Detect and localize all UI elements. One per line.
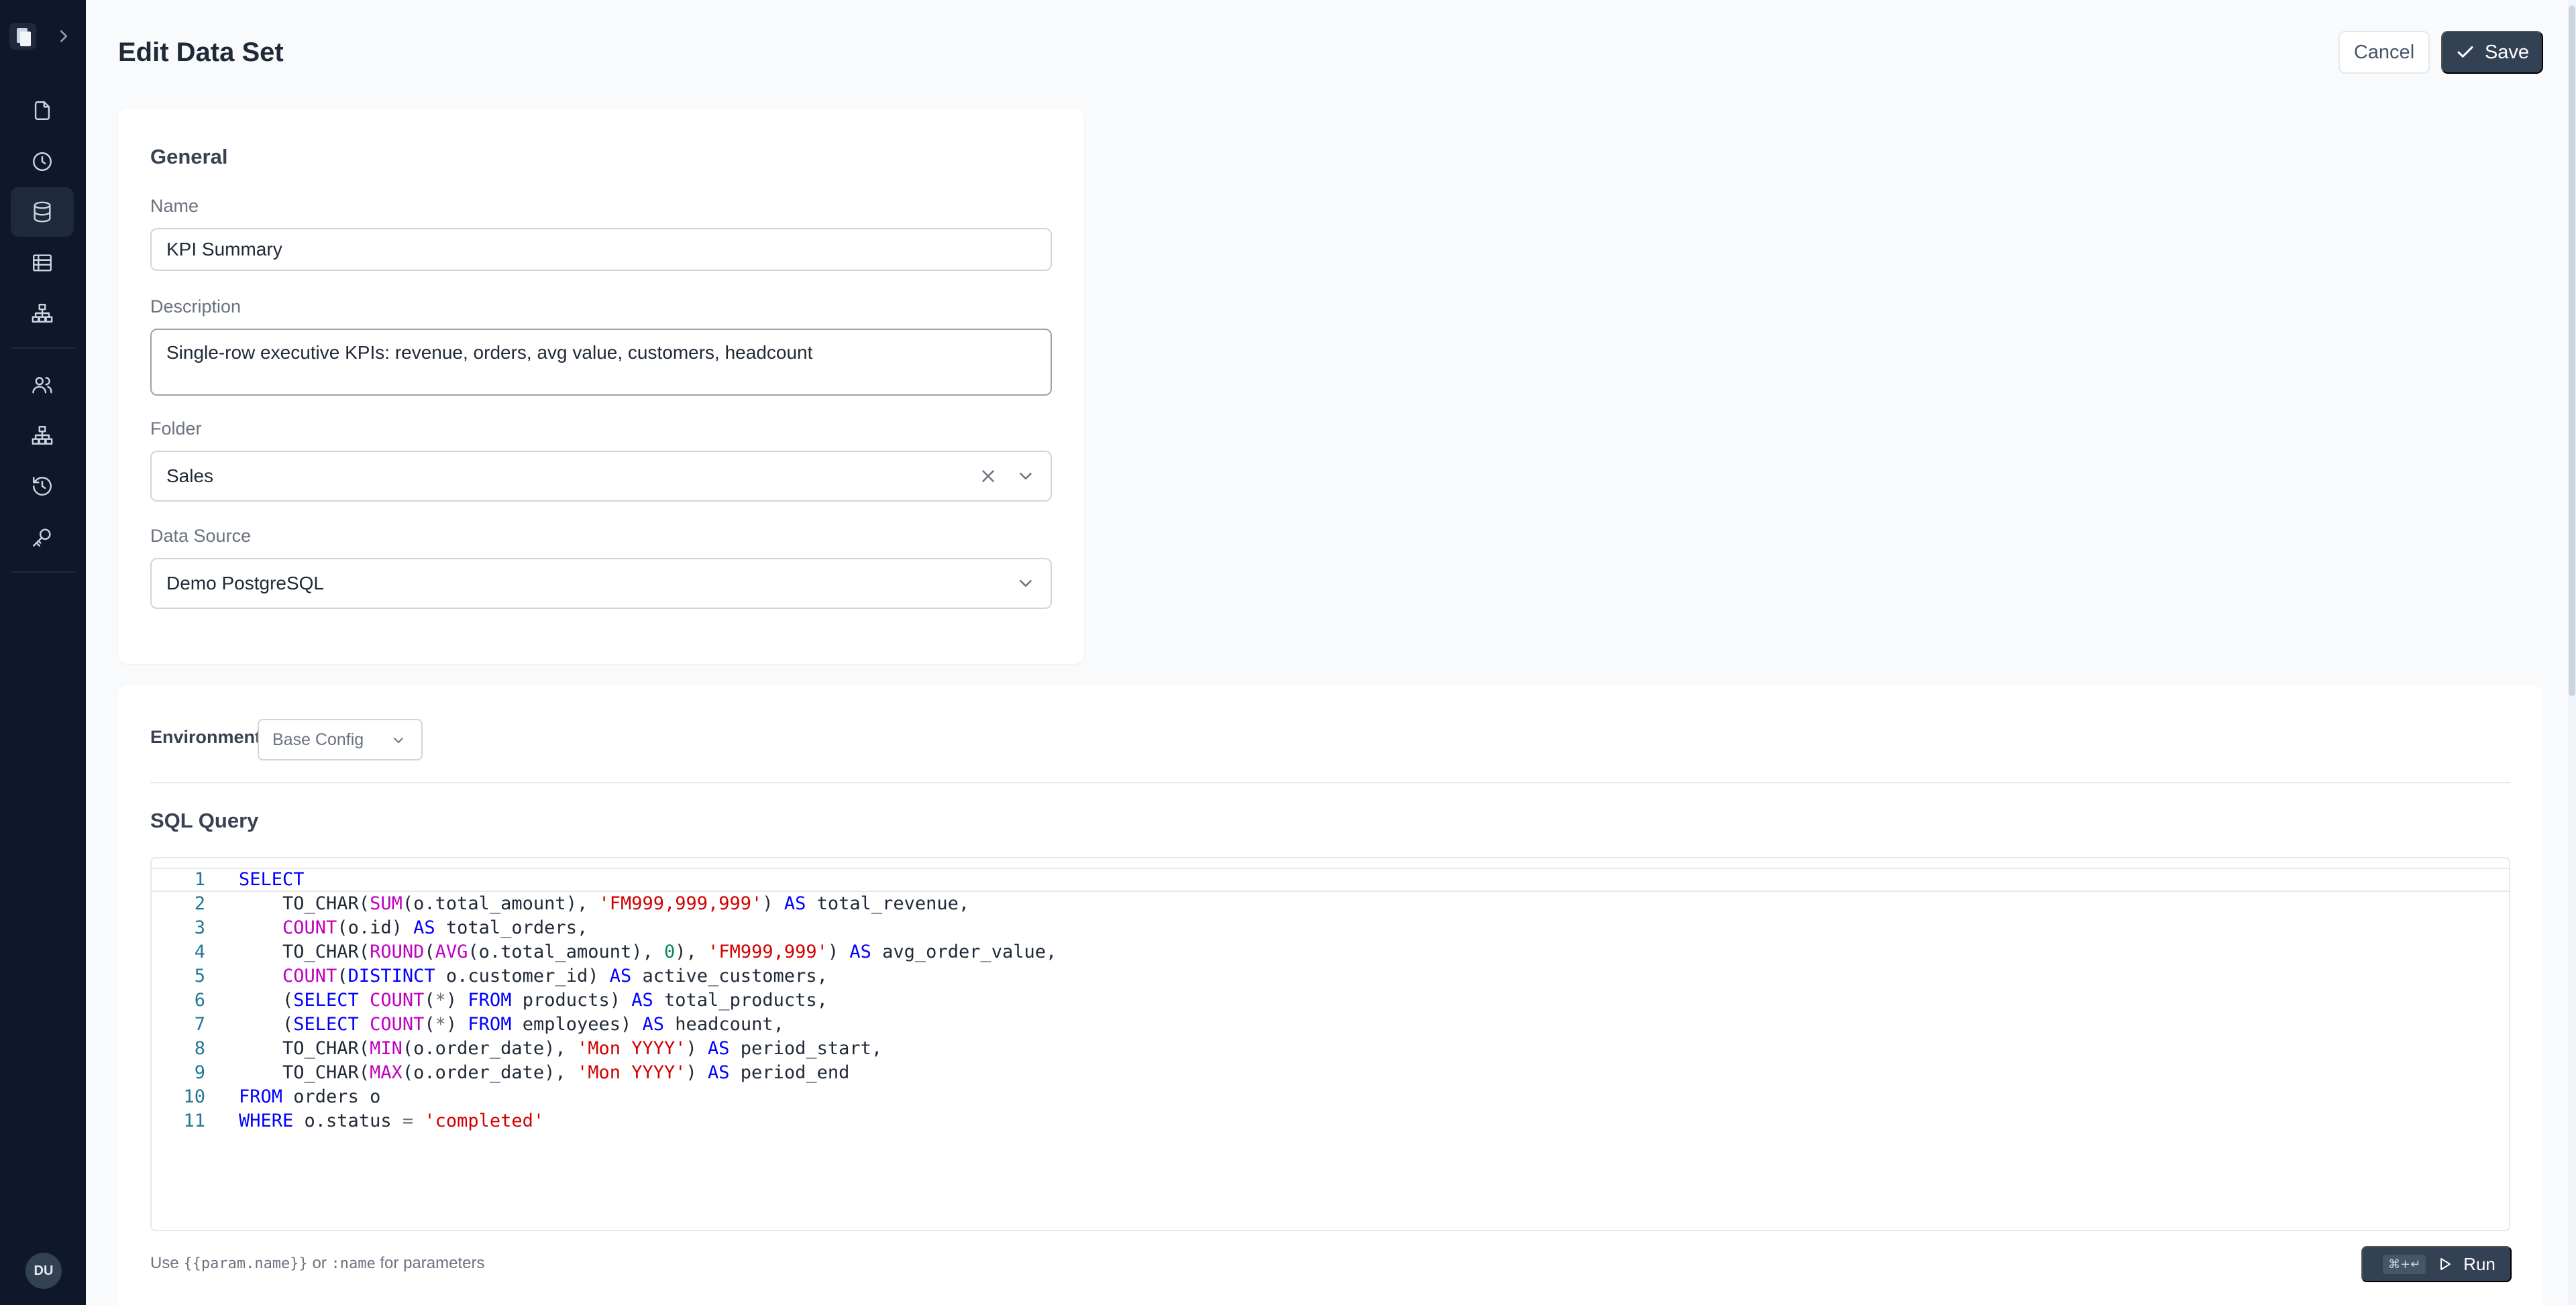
sitemap-icon (32, 304, 53, 323)
query-card: Environment Base Config SQL Query 1 SELE… (118, 685, 2542, 1305)
save-button-label: Save (2484, 41, 2530, 63)
datasource-select[interactable]: Demo PostgreSQL (150, 558, 1052, 609)
code-line: 4 TO_CHAR(ROUND(AVG(o.total_amount), 0),… (194, 942, 1057, 962)
name-label: Name (150, 196, 199, 216)
sql-editor[interactable]: 1 SELECT 2 TO_CHAR(SUM(o.total_amount), … (150, 857, 2510, 1231)
divider (150, 782, 2510, 783)
database-icon (34, 201, 51, 223)
folder-select-value: Sales (166, 465, 214, 486)
chevron-right-icon (60, 30, 67, 42)
page-scrollbar-thumb[interactable] (2569, 5, 2575, 696)
parameter-hint: Use {{param.name}} or :name for paramete… (150, 1254, 485, 1272)
general-card: General Name KPI Summary Description Sin… (118, 109, 1084, 664)
expand-sidebar-button[interactable] (54, 24, 74, 48)
play-icon (2440, 1258, 2451, 1270)
run-shortcut: ⌘+↵ (2383, 1254, 2426, 1274)
environment-label: Environment (150, 727, 262, 747)
users-icon (32, 377, 52, 394)
sidebar: DU (0, 0, 86, 1305)
save-button[interactable]: Save (2441, 31, 2543, 74)
file-icon (34, 101, 50, 120)
code-line: 3 COUNT(o.id) AS total_orders, (194, 917, 588, 938)
folder-select[interactable]: Sales (150, 451, 1052, 502)
avatar[interactable]: DU (25, 1253, 62, 1289)
clear-icon[interactable] (978, 466, 998, 486)
cancel-button[interactable]: Cancel (2339, 31, 2430, 74)
code-line: 9 TO_CHAR(MAX(o.order_date), 'Mon YYYY')… (194, 1062, 850, 1083)
description-textarea[interactable]: Single-row executive KPIs: revenue, orde… (150, 329, 1052, 396)
sidebar-divider (11, 571, 75, 573)
name-input-value: KPI Summary (166, 239, 282, 260)
chevron-down-icon (394, 738, 403, 743)
description-label: Description (150, 296, 241, 317)
rotate-ccw-icon (33, 477, 52, 496)
folder-label: Folder (150, 418, 202, 439)
clock-icon (33, 152, 52, 171)
code-line: 2 TO_CHAR(SUM(o.total_amount), 'FM999,99… (194, 893, 970, 914)
sitemap-icon (32, 426, 53, 445)
run-button-label: Run (2463, 1253, 2496, 1274)
sidebar-item-data-sets[interactable] (11, 187, 74, 237)
code-line: 8 TO_CHAR(MIN(o.order_date), 'Mon YYYY')… (194, 1038, 883, 1059)
page-title: Edit Data Set (118, 38, 284, 67)
sidebar-item-tables[interactable] (11, 238, 74, 288)
sidebar-item-keys[interactable] (11, 512, 74, 562)
code-line: 1 SELECT (152, 868, 2509, 892)
key-icon (33, 528, 51, 547)
datasource-label: Data Source (150, 526, 252, 546)
code-line: 10 FROM orders o (183, 1086, 381, 1107)
description-value: Single-row executive KPIs: revenue, orde… (166, 342, 813, 363)
sidebar-item-users[interactable] (11, 360, 74, 410)
code-line: 11 WHERE o.status = 'completed' (183, 1111, 545, 1131)
sidebar-divider (11, 347, 75, 349)
environment-select[interactable]: Base Config (258, 719, 423, 760)
code-line: 7 (SELECT COUNT(*) FROM employees) AS he… (194, 1014, 784, 1035)
sidebar-item-hierarchy[interactable] (11, 288, 74, 338)
code-line: 6 (SELECT COUNT(*) FROM products) AS tot… (194, 990, 828, 1011)
chevron-down-icon[interactable] (1016, 466, 1036, 486)
general-section-title: General (150, 145, 228, 168)
chevron-down-icon[interactable] (1016, 573, 1036, 593)
sql-query-title: SQL Query (150, 809, 259, 832)
run-button[interactable]: ⌘+↵ Run (2361, 1246, 2512, 1282)
name-input[interactable]: KPI Summary (150, 228, 1052, 271)
sidebar-item-org[interactable] (11, 410, 74, 460)
app-logo[interactable] (9, 23, 36, 50)
sidebar-item-documents[interactable] (11, 86, 74, 135)
check-icon (2457, 46, 2473, 58)
sidebar-item-history[interactable] (11, 137, 74, 186)
code-line: 5 COUNT(DISTINCT o.customer_id) AS activ… (194, 966, 828, 986)
sidebar-item-audit[interactable] (11, 461, 74, 511)
datasource-select-value: Demo PostgreSQL (166, 573, 324, 593)
table-icon (33, 254, 52, 272)
environment-select-value: Base Config (272, 730, 364, 749)
